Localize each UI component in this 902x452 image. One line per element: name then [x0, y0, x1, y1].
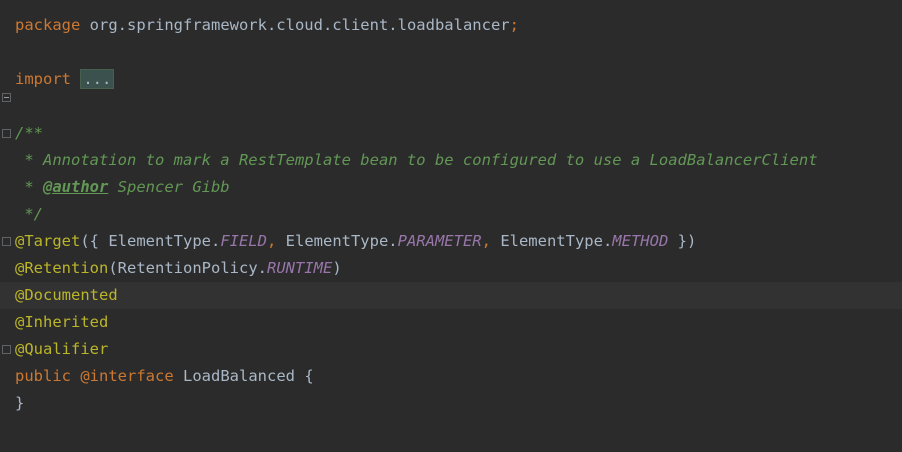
- code-line-7[interactable]: @Target({ ElementType.FIELD, ElementType…: [0, 228, 902, 255]
- semicolon: ;: [509, 16, 519, 34]
- fold-end-icon[interactable]: [2, 345, 11, 354]
- code-line-9-current[interactable]: @Documented: [0, 282, 902, 309]
- comma: ,: [266, 232, 286, 250]
- code-line-4[interactable]: * Annotation to mark a RestTemplate bean…: [0, 147, 902, 174]
- folded-imports[interactable]: ...: [80, 69, 115, 89]
- comma: ,: [481, 232, 501, 250]
- doc-comment-end: */: [15, 205, 43, 223]
- keyword-import: import: [15, 70, 71, 88]
- code-line-2[interactable]: import ...: [0, 66, 902, 102]
- enum-field: PARAMETER: [397, 232, 482, 250]
- paren-close: ): [332, 259, 342, 277]
- code-line-12[interactable]: public @interface LoadBalanced {: [0, 363, 902, 390]
- code-line-10[interactable]: @Inherited: [0, 309, 902, 336]
- enum-field: RUNTIME: [266, 259, 333, 277]
- code-editor[interactable]: package org.springframework.cloud.client…: [0, 0, 902, 452]
- code-line-1[interactable]: package org.springframework.cloud.client…: [0, 12, 902, 39]
- code-line-6[interactable]: */: [0, 201, 902, 228]
- keyword-public: public: [15, 367, 71, 385]
- doc-comment-author: Spencer Gibb: [108, 178, 230, 196]
- code-line-13[interactable]: }: [0, 390, 902, 417]
- annotation-target: @Target: [15, 232, 81, 250]
- annotation-retention: @Retention: [15, 259, 109, 277]
- annotation-qualifier: @Qualifier: [15, 340, 109, 358]
- enum-field: FIELD: [220, 232, 267, 250]
- fold-collapse-icon[interactable]: [2, 129, 11, 138]
- enum-field: METHOD: [612, 232, 669, 250]
- brace-close: }: [15, 394, 25, 412]
- package-name: org.springframework.cloud.client.loadbal…: [89, 16, 510, 34]
- code-line-11[interactable]: @Qualifier: [0, 336, 902, 363]
- paren-open: (: [108, 259, 118, 277]
- code-line-3[interactable]: /**: [0, 120, 902, 147]
- interface-name: LoadBalanced: [183, 367, 295, 385]
- annotation-documented: @Documented: [15, 286, 118, 304]
- paren-open: ({: [80, 232, 109, 250]
- type-ref: ElementType.: [500, 232, 613, 250]
- annotation-inherited: @Inherited: [15, 313, 109, 331]
- doc-comment-prefix: *: [15, 178, 43, 196]
- keyword-package: package: [15, 16, 81, 34]
- type-ref: ElementType.: [108, 232, 221, 250]
- fold-collapse-icon[interactable]: [2, 237, 11, 246]
- doc-comment-text: * Annotation to mark a RestTemplate bean…: [15, 151, 818, 169]
- type-ref: RetentionPolicy.: [117, 259, 267, 277]
- code-line-5[interactable]: * @author Spencer Gibb: [0, 174, 902, 201]
- keyword-interface: @interface: [80, 367, 174, 385]
- fold-expand-icon[interactable]: [2, 93, 11, 102]
- doc-comment-start: /**: [15, 124, 43, 142]
- code-line-8[interactable]: @Retention(RetentionPolicy.RUNTIME): [0, 255, 902, 282]
- type-ref: ElementType.: [285, 232, 398, 250]
- brace-open: {: [304, 367, 314, 385]
- paren-close: }): [668, 232, 697, 250]
- javadoc-author-tag: @author: [43, 178, 109, 196]
